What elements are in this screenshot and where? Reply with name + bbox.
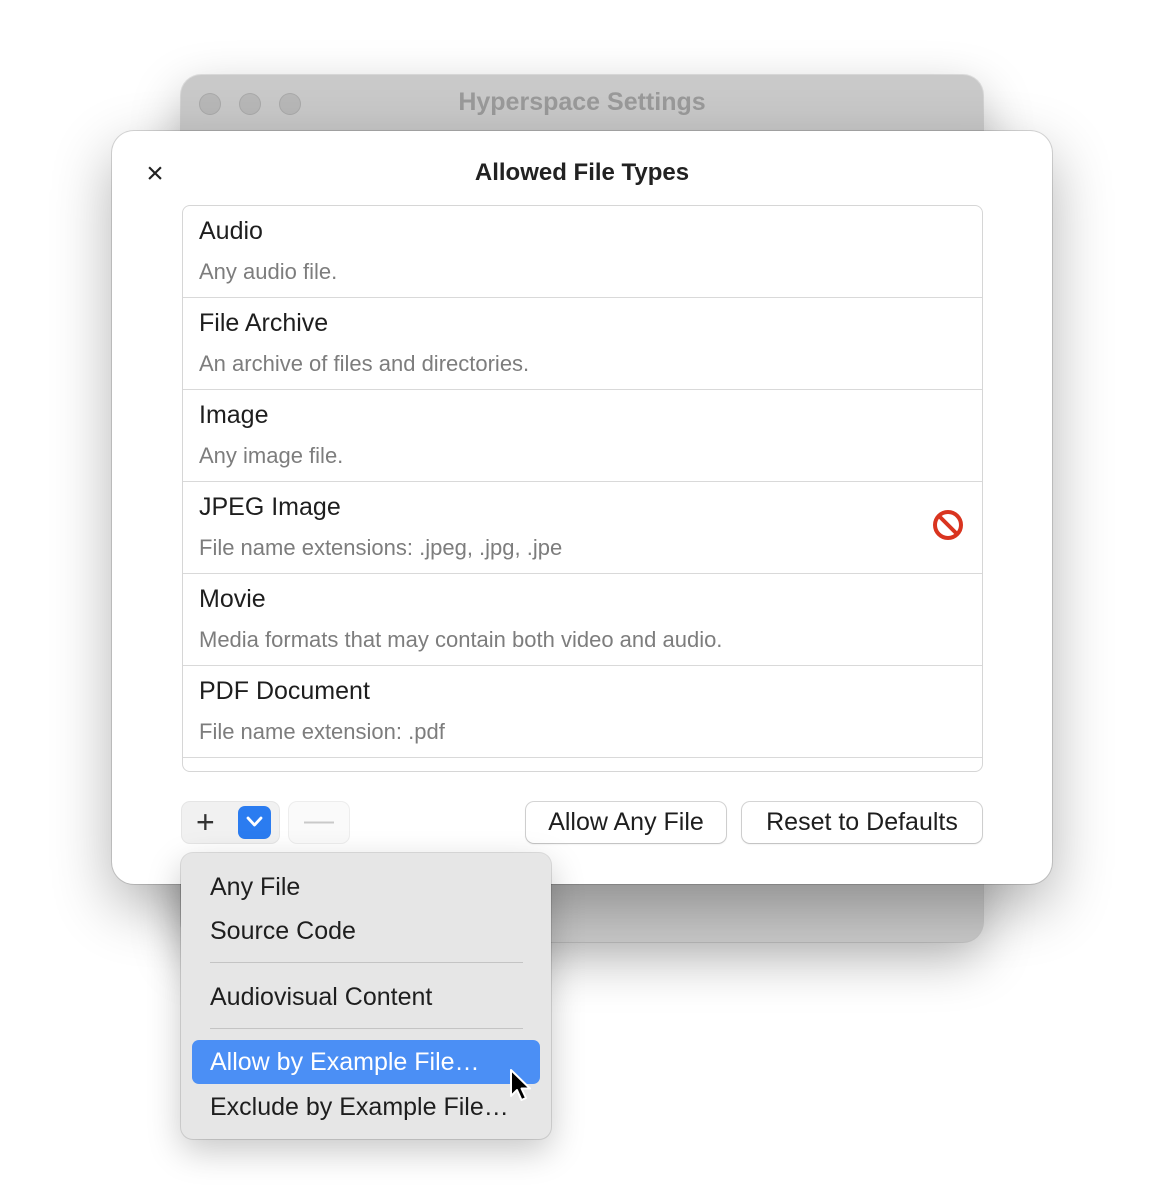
- menu-item-allow-by-example-file[interactable]: Allow by Example File…: [192, 1040, 540, 1084]
- list-item-subtitle: Media formats that may contain both vide…: [199, 627, 723, 652]
- list-item-subtitle: Any audio file.: [199, 259, 338, 284]
- menu-item-exclude-by-example-file[interactable]: Exclude by Example File…: [192, 1085, 540, 1129]
- list-item-image[interactable]: Image Any image file.: [183, 390, 982, 482]
- list-item-audio[interactable]: Audio Any audio file.: [183, 206, 982, 298]
- add-button-group: +: [182, 802, 279, 843]
- list-item-subtitle: File name extensions: .jpeg, .jpg, .jpe: [199, 535, 563, 560]
- menu-item-audiovisual-content[interactable]: Audiovisual Content: [192, 975, 540, 1019]
- remove-button[interactable]: —: [289, 802, 349, 843]
- prohibited-icon: [933, 510, 963, 540]
- add-button[interactable]: +: [196, 804, 215, 840]
- allowed-file-types-sheet: × Allowed File Types Audio Any audio fil…: [112, 131, 1052, 884]
- mouse-cursor-icon: [510, 1069, 531, 1101]
- window-title: Hyperspace Settings: [458, 88, 706, 116]
- list-item-title: PDF Document: [199, 677, 370, 705]
- menu-item-any-file[interactable]: Any File: [192, 865, 540, 909]
- list-item-title: Image: [199, 401, 269, 429]
- list-item-subtitle: Any image file.: [199, 443, 344, 468]
- list-item-jpeg-image[interactable]: JPEG Image File name extensions: .jpeg, …: [183, 482, 982, 574]
- list-item-subtitle: An archive of files and directories.: [199, 351, 530, 376]
- chevron-down-icon: [246, 816, 263, 827]
- list-item-pdf-document[interactable]: PDF Document File name extension: .pdf: [183, 666, 982, 758]
- list-item-subtitle: File name extension: .pdf: [199, 719, 445, 744]
- list-item-file-archive[interactable]: File Archive An archive of files and dir…: [183, 298, 982, 390]
- sheet-title: Allowed File Types: [474, 159, 690, 186]
- allow-any-file-button[interactable]: Allow Any File: [526, 802, 726, 843]
- list-item-movie[interactable]: Movie Media formats that may contain bot…: [183, 574, 982, 666]
- reset-to-defaults-button[interactable]: Reset to Defaults: [742, 802, 982, 843]
- menu-separator: [210, 962, 523, 963]
- background-titlebar: Hyperspace Settings: [181, 75, 983, 131]
- add-menu: Any File Source Code Audiovisual Content…: [181, 853, 551, 1139]
- list-item-title: JPEG Image: [199, 493, 341, 521]
- list-item-title: Audio: [199, 217, 263, 245]
- menu-separator: [210, 1028, 523, 1029]
- file-types-list[interactable]: Audio Any audio file. File Archive An ar…: [182, 205, 983, 772]
- add-menu-dropdown-button[interactable]: [238, 806, 271, 839]
- list-item-title: Movie: [199, 585, 266, 613]
- menu-item-source-code[interactable]: Source Code: [192, 909, 540, 953]
- list-item-title: File Archive: [199, 309, 329, 337]
